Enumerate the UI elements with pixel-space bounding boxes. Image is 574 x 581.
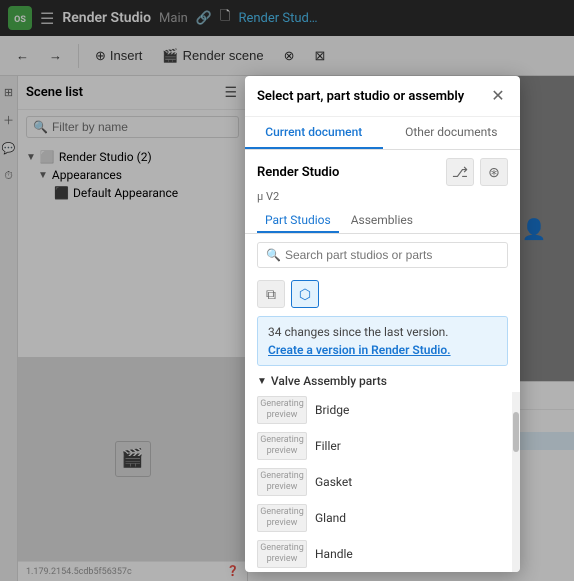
tab-other-documents[interactable]: Other documents <box>383 117 521 149</box>
modal-tabs: Current document Other documents <box>245 117 520 150</box>
modal-title: Select part, part studio or assembly <box>257 89 488 104</box>
tab-current-document[interactable]: Current document <box>245 117 383 149</box>
part-item[interactable]: Generating preview Bridge <box>245 392 520 428</box>
parts-list: Generating preview Bridge Generating pre… <box>245 392 520 572</box>
changes-banner: 34 changes since the last version. Creat… <box>257 316 508 366</box>
modal-scrollbar[interactable] <box>512 392 520 572</box>
modal-doc-version: μ V2 <box>245 190 520 209</box>
sub-tab-assemblies[interactable]: Assemblies <box>343 209 421 233</box>
part-preview: Generating preview <box>257 540 307 568</box>
modal-doc-header: Render Studio ⎇ ⊛ <box>245 150 520 190</box>
part-preview: Generating preview <box>257 396 307 424</box>
changes-banner-text: 34 changes since the last version. <box>268 325 497 339</box>
part-item[interactable]: Generating preview Gasket <box>245 464 520 500</box>
part-search-input[interactable] <box>285 248 499 262</box>
modal-header: Select part, part studio or assembly ✕ <box>245 76 520 117</box>
search-icon-modal: 🔍 <box>266 248 281 262</box>
cube-view-btn[interactable]: ⬡ <box>291 280 319 308</box>
chevron-down-icon: ▼ <box>257 376 267 387</box>
part-item[interactable]: Generating preview Handle <box>245 536 520 572</box>
select-part-modal: Select part, part studio or assembly ✕ C… <box>245 76 520 572</box>
link-icon-btn[interactable]: ⊛ <box>480 158 508 186</box>
copy-view-btn[interactable]: ⧉ <box>257 280 285 308</box>
modal-close-btn[interactable]: ✕ <box>488 86 508 106</box>
part-preview: Generating preview <box>257 504 307 532</box>
parts-section-header: ▼ Valve Assembly parts <box>245 370 520 392</box>
branch-icon-btn[interactable]: ⎇ <box>446 158 474 186</box>
modal-sub-tabs: Part Studios Assemblies <box>245 209 520 234</box>
modal-search-box: 🔍 <box>257 242 508 268</box>
scrollbar-thumb <box>513 412 519 452</box>
part-preview: Generating preview <box>257 432 307 460</box>
part-item[interactable]: Generating preview Filler <box>245 428 520 464</box>
part-item[interactable]: Generating preview Gland <box>245 500 520 536</box>
create-version-link[interactable]: Create a version in Render Studio. <box>268 343 497 357</box>
part-preview: Generating preview <box>257 468 307 496</box>
sub-tab-part-studios[interactable]: Part Studios <box>257 209 339 233</box>
modal-icon-row: ⧉ ⬡ <box>245 276 520 312</box>
